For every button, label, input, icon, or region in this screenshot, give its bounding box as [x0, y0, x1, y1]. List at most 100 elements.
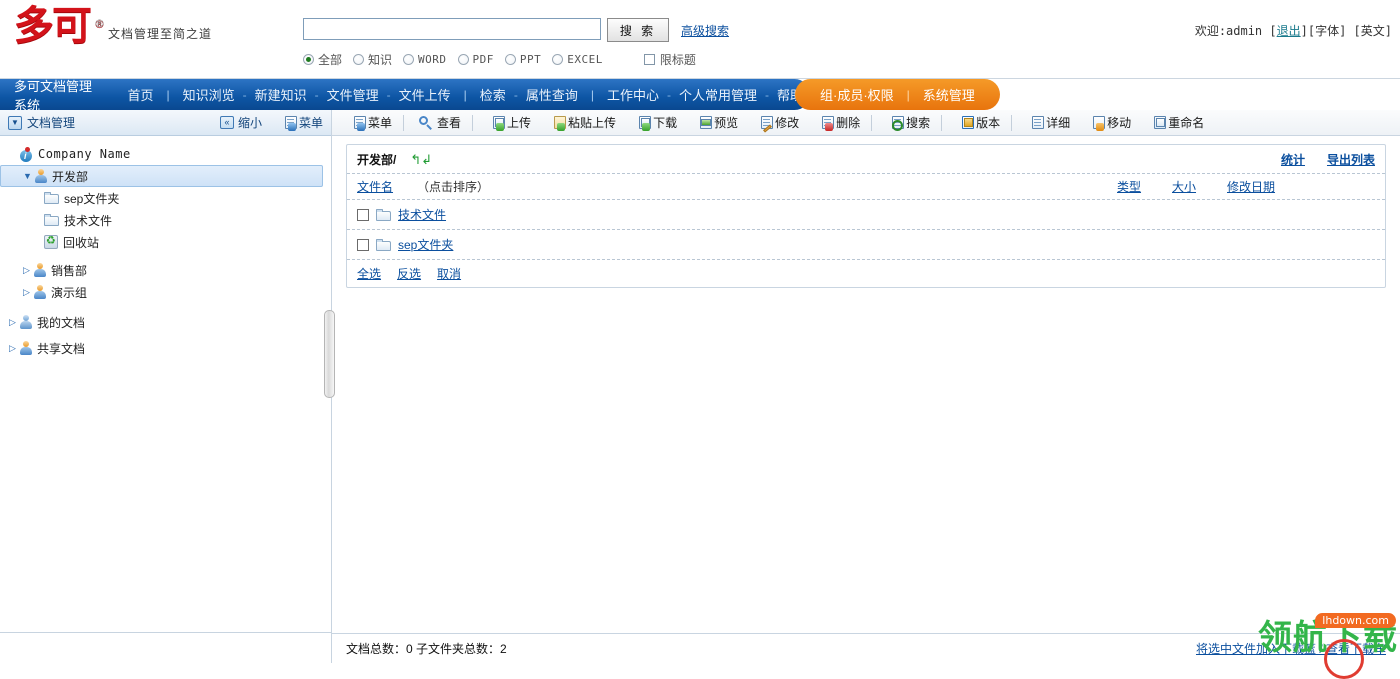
welcome-area: 欢迎:admin [退出][字体] [英文] — [1195, 22, 1392, 39]
toolbar-search-button[interactable]: 搜索 — [876, 112, 937, 134]
search-filter-option[interactable]: 全部 — [303, 51, 342, 68]
main-area: ▼ 文档管理 « 缩小 菜单 Company Name ▼ — [0, 110, 1400, 679]
statistics-link[interactable]: 统计 — [1281, 151, 1305, 168]
export-list-link[interactable]: 导出列表 — [1327, 151, 1375, 168]
toolbar-label: 详细 — [1046, 116, 1071, 130]
tree-node-my-documents[interactable]: ▷ 我的文档 — [0, 311, 331, 333]
folder-icon — [376, 238, 391, 251]
radio-icon[interactable] — [504, 54, 516, 65]
tree-node-shared-documents[interactable]: ▷ 共享文档 — [0, 337, 331, 359]
tree-twisty[interactable]: ▷ — [20, 287, 33, 298]
toolbar-label: 移动 — [1107, 116, 1132, 130]
nav-item-new-knowledge[interactable]: 新建知识 — [248, 85, 314, 104]
toolbar-delete-button[interactable]: 删除 — [806, 112, 867, 134]
breadcrumb: 开发部/ — [357, 152, 397, 167]
nav-item-system-management[interactable]: 系统管理 — [916, 85, 982, 104]
tree-node-sales-dept[interactable]: ▷ 销售部 — [0, 259, 331, 281]
toolbar-rename-button[interactable]: 重命名 — [1138, 112, 1211, 134]
edit-icon — [756, 115, 774, 133]
radio-icon[interactable] — [303, 54, 314, 65]
status-bar: 文档总数：0 子文件夹总数：2 将选中文件加入下载篮 / 查看下载车 领航下载 … — [332, 613, 1400, 679]
search-filter-row: 全部 知识 WORD PDF PPT EXCEL 限标题 — [303, 51, 729, 68]
tree-node-label: 技术文件 — [64, 213, 113, 228]
file-list-body: 开发部/ ↰↲ 统计 导出列表 文件名 （点击排序） 类型 大小 修改日期 技术… — [332, 136, 1400, 633]
advanced-search-link[interactable]: 高级搜索 — [681, 22, 729, 39]
radio-icon[interactable] — [552, 54, 564, 65]
toolbar-detail-button[interactable]: 详细 — [1016, 112, 1077, 134]
nav-item-file-upload[interactable]: 文件上传 — [392, 85, 458, 104]
file-name-link[interactable]: 技术文件 — [398, 206, 446, 223]
radio-icon[interactable] — [403, 54, 415, 65]
search-button[interactable]: 搜 索 — [607, 18, 669, 42]
toolbar-view-button[interactable]: 查看 — [408, 112, 468, 134]
nav-item-home[interactable]: 首页 — [120, 85, 160, 104]
nav-item-file-management[interactable]: 文件管理 — [320, 85, 386, 104]
toolbar-separator — [403, 114, 405, 131]
nav-item-work-center[interactable]: 工作中心 — [600, 85, 666, 104]
toolbar-upload-button[interactable]: 上传 — [477, 112, 538, 134]
nav-item-retrieval[interactable]: 检索 — [473, 85, 513, 104]
tree-node-dev-dept[interactable]: ▼ 开发部 — [0, 165, 323, 187]
sort-by-type-link[interactable]: 类型 — [1117, 180, 1141, 194]
checkbox-icon[interactable] — [643, 54, 655, 65]
sidebar-minimize-button[interactable]: « 缩小 — [216, 114, 262, 131]
search-filter-option[interactable]: WORD — [403, 53, 447, 66]
toolbar-label: 搜索 — [906, 116, 931, 130]
toolbar-edit-button[interactable]: 修改 — [745, 112, 806, 134]
tree-node-label: 演示组 — [51, 285, 88, 300]
select-all-link[interactable]: 全选 — [357, 265, 381, 282]
tree-twisty[interactable]: ▷ — [6, 343, 19, 354]
search-filter-label: WORD — [418, 53, 447, 66]
search-filter-option[interactable]: PDF — [457, 53, 494, 66]
sidebar-menu-button[interactable]: 菜单 — [276, 114, 323, 131]
sort-by-modified-link[interactable]: 修改日期 — [1227, 180, 1275, 194]
clear-selection-link[interactable]: 取消 — [437, 265, 461, 282]
nav-item-property-query[interactable]: 属性查询 — [519, 85, 585, 104]
toolbar-version-button[interactable]: 版本 — [946, 112, 1007, 134]
tree-twisty[interactable]: ▷ — [6, 317, 19, 328]
tree-node-tech-docs[interactable]: 技术文件 — [0, 209, 331, 231]
tree-node-recycle-bin[interactable]: 回收站 — [0, 231, 331, 253]
toolbar-menu-button[interactable]: 菜单 — [338, 112, 399, 134]
folder-icon — [376, 208, 391, 221]
tree-node-sep-folder[interactable]: sep文件夹 — [0, 187, 331, 209]
menu-icon — [349, 115, 366, 131]
tree-node-demo-group[interactable]: ▷ 演示组 — [0, 281, 331, 303]
refresh-icon[interactable]: ↰↲ — [410, 153, 432, 166]
nav-item-group-member-permission[interactable]: 组·成员·权限 — [813, 85, 901, 104]
toolbar-preview-button[interactable]: 预览 — [684, 112, 745, 134]
paste-upload-icon — [549, 115, 567, 131]
toolbar-move-button[interactable]: 移动 — [1077, 112, 1138, 134]
chevron-down-icon[interactable]: ▼ — [8, 115, 22, 130]
invert-selection-link[interactable]: 反选 — [397, 265, 421, 282]
toolbar-label: 粘贴上传 — [568, 116, 617, 130]
radio-icon[interactable] — [457, 54, 469, 65]
nav-separator: | — [906, 87, 910, 102]
nav-item-personal-management[interactable]: 个人常用管理 — [672, 85, 764, 104]
radio-icon[interactable] — [353, 54, 365, 65]
title-only-checkbox[interactable]: 限标题 — [643, 51, 696, 68]
row-checkbox[interactable] — [357, 238, 369, 251]
toolbar-paste-upload-button[interactable]: 粘贴上传 — [538, 112, 623, 134]
file-name-link[interactable]: sep文件夹 — [398, 236, 453, 253]
search-input[interactable] — [303, 18, 601, 40]
delete-icon — [817, 115, 835, 131]
table-row[interactable]: sep文件夹 — [347, 229, 1385, 259]
download-cart-link[interactable]: 将选中文件加入下载篮 / 查看下载车 — [1196, 640, 1386, 657]
nav-item-knowledge-browse[interactable]: 知识浏览 — [176, 85, 242, 104]
search-filter-option[interactable]: PPT — [504, 53, 541, 66]
logout-link[interactable]: 退出 — [1277, 24, 1301, 38]
row-checkbox[interactable] — [357, 208, 369, 221]
toolbar-download-button[interactable]: 下载 — [623, 112, 684, 134]
toolbar-separator — [871, 114, 873, 131]
collapse-left-icon: « — [219, 116, 234, 129]
table-row[interactable]: 技术文件 — [347, 199, 1385, 229]
nav-brand: 多可文档管理系统 — [14, 78, 93, 113]
search-filter-option[interactable]: 知识 — [353, 51, 392, 68]
search-filter-option[interactable]: EXCEL — [552, 53, 603, 66]
sort-by-name-link[interactable]: 文件名 — [357, 178, 393, 195]
tree-twisty[interactable]: ▼ — [21, 171, 34, 181]
sort-by-size-link[interactable]: 大小 — [1172, 180, 1196, 194]
tree-twisty[interactable]: ▷ — [20, 265, 33, 276]
tree-node-company[interactable]: Company Name — [0, 143, 331, 165]
